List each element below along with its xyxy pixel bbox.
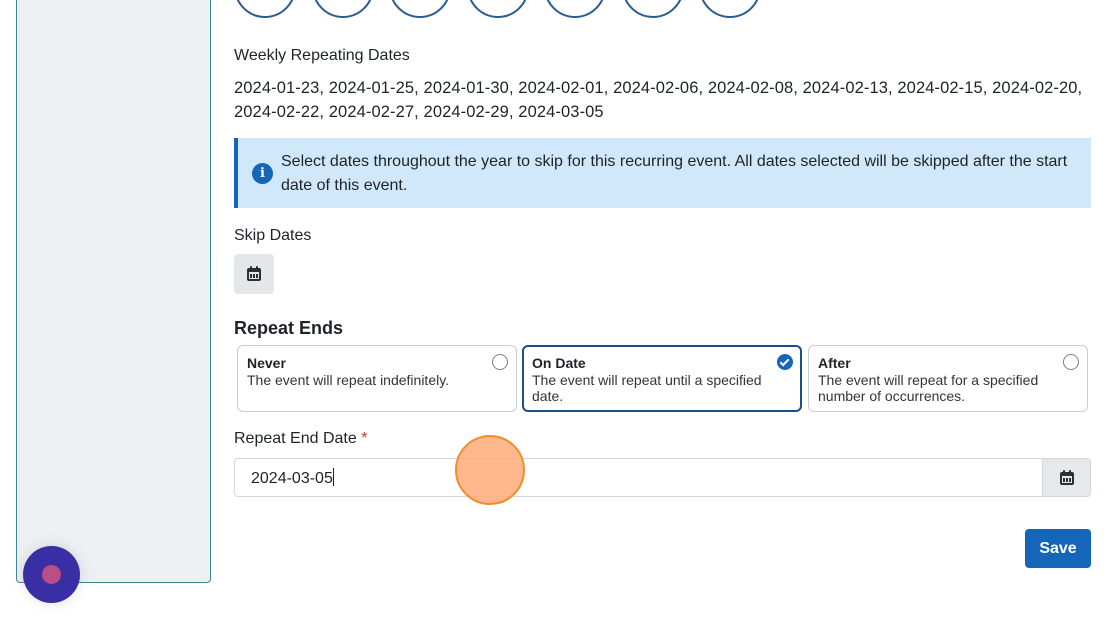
skip-dates-info-banner: i Select dates throughout the year to sk… [234,138,1091,208]
option-title: Never [247,355,286,371]
chat-icon [42,565,61,584]
repeat-end-date-label-text: Repeat End Date [234,430,357,447]
repeat-end-date-input[interactable] [234,458,1091,497]
sidebar-panel [16,0,211,583]
weekday-circle[interactable] [234,0,296,18]
weekday-circle[interactable] [312,0,374,18]
option-title: On Date [532,355,586,371]
calendar-icon [1060,470,1074,485]
weekday-circle[interactable] [699,0,761,18]
weekly-repeating-dates-list: 2024-01-23, 2024-01-25, 2024-01-30, 2024… [234,76,1104,124]
option-title: After [818,355,851,371]
weekday-circle[interactable] [622,0,684,18]
radio-button[interactable] [1063,354,1079,370]
checkmark-icon [779,356,790,367]
skip-dates-calendar-button[interactable] [234,254,274,294]
option-description: The event will repeat until a specified … [532,372,762,404]
required-marker: * [361,430,368,447]
radio-button-checked[interactable] [777,354,793,370]
weekly-dates-line: 2024-02-22, 2024-02-27, 2024-02-29, 2024… [234,103,604,121]
skip-dates-label: Skip Dates [234,227,312,244]
weekly-dates-line: 2024-01-23, 2024-01-25, 2024-01-30, 2024… [234,79,1083,97]
repeat-end-date-calendar-button[interactable] [1042,459,1090,496]
repeat-end-date-value[interactable]: 2024-03-05 [251,468,334,488]
option-description: The event will repeat for a specified nu… [818,372,1039,404]
weekday-circle[interactable] [467,0,529,18]
radio-button[interactable] [492,354,508,370]
weekday-circle[interactable] [389,0,451,18]
repeat-ends-heading: Repeat Ends [234,318,344,338]
help-chat-button[interactable] [23,546,80,603]
calendar-icon [247,266,261,281]
option-description: The event will repeat indefinitely. [247,372,450,388]
repeat-ends-option-after[interactable]: After The event will repeat for a specif… [808,345,1088,412]
repeat-ends-option-on-date[interactable]: On Date The event will repeat until a sp… [522,345,802,412]
weekly-repeating-dates-label: Weekly Repeating Dates [234,47,410,64]
repeat-end-date-value-text: 2024-03-05 [251,470,333,487]
text-caret [332,468,334,486]
info-icon: i [252,163,273,184]
save-button[interactable]: Save [1025,529,1091,568]
info-banner-text: Select dates throughout the year to skip… [281,153,1068,194]
weekday-circle[interactable] [544,0,606,18]
repeat-end-date-label: Repeat End Date * [234,430,367,448]
touch-indicator [455,435,525,505]
repeat-ends-option-never[interactable]: Never The event will repeat indefinitely… [237,345,517,412]
